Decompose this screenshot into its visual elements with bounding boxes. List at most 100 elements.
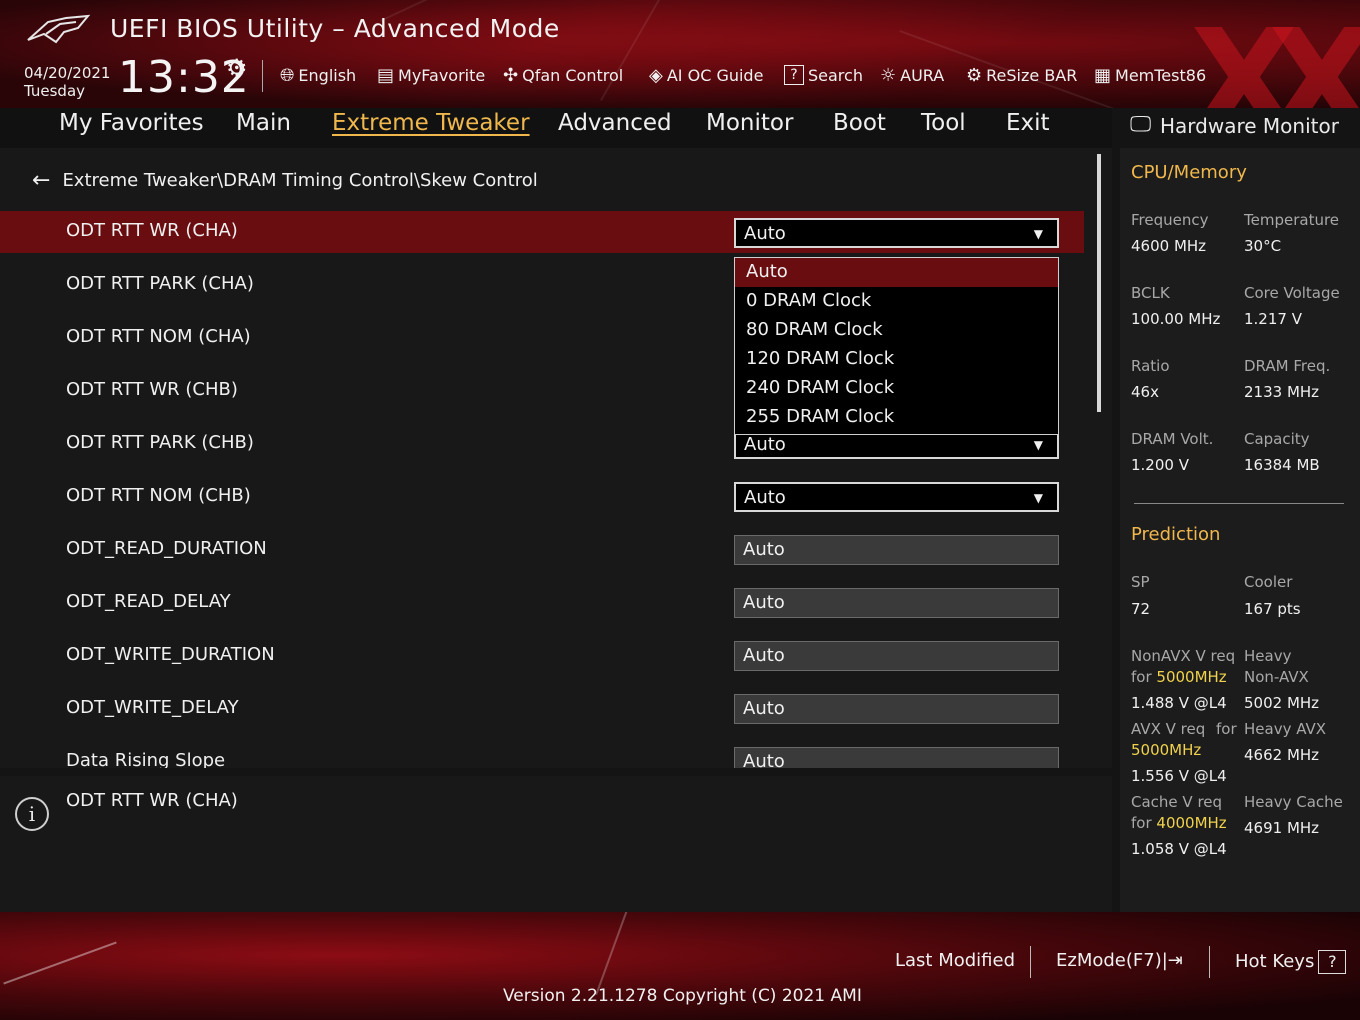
chevron-down-icon: ▼ <box>1033 227 1043 241</box>
cache-freq: 4000MHz <box>1156 814 1227 832</box>
tab-advanced[interactable]: Advanced <box>558 110 672 136</box>
frequency-value: 4600 MHz <box>1131 237 1207 255</box>
toolbar-resize-bar[interactable]: ⚙ ReSize BAR <box>966 62 1077 88</box>
bclk-value: 100.00 MHz <box>1131 310 1221 328</box>
app-title: UEFI BIOS Utility – Advanced Mode <box>110 14 560 43</box>
setting-row[interactable]: Data Rising Slope Auto <box>0 741 1084 768</box>
toolbar-english[interactable]: 🌐︎ English <box>280 62 356 88</box>
tab-exit[interactable]: Exit <box>1006 110 1050 136</box>
setting-row[interactable]: ODT_WRITE_DURATION Auto <box>0 635 1084 677</box>
tab-boot[interactable]: Boot <box>833 110 886 136</box>
core-voltage-value: 1.217 V <box>1244 310 1302 328</box>
search-icon: ? <box>784 65 804 85</box>
setting-row[interactable]: ODT RTT NOM (CHB) Auto ▼ <box>0 476 1084 518</box>
nonavx-for: for <box>1131 668 1157 686</box>
temperature-value: 30°C <box>1244 237 1282 255</box>
monitor-icon: 🖵︎ <box>1130 112 1152 137</box>
heavy-cache-label: Heavy Cache <box>1244 793 1343 811</box>
memtest-icon: ▦ <box>1094 64 1112 86</box>
sp-value: 72 <box>1131 600 1151 618</box>
dram-volt-value: 1.200 V <box>1131 456 1189 474</box>
gear-icon[interactable]: ⚙ <box>226 54 248 82</box>
footer-divider <box>1209 946 1210 978</box>
help-text: ODT RTT WR (CHA) <box>66 790 238 811</box>
ratio-label: Ratio <box>1131 357 1170 375</box>
setting-select[interactable]: Auto ▼ <box>734 218 1059 248</box>
watermark-logo: XX <box>1190 0 1360 109</box>
header-bar: UEFI BIOS Utility – Advanced Mode 04/20/… <box>0 0 1360 108</box>
dropdown-option[interactable]: 120 DRAM Clock <box>735 345 1058 374</box>
tab-monitor[interactable]: Monitor <box>706 110 793 136</box>
nonavx-value: 1.488 V @L4 <box>1131 694 1227 712</box>
cooler-label: Cooler <box>1244 573 1293 591</box>
setting-select[interactable]: Auto ▼ <box>734 482 1059 512</box>
main-nav: My Favorites Main Extreme Tweaker Advanc… <box>0 108 1112 148</box>
cache-value: 1.058 V @L4 <box>1131 840 1227 858</box>
last-modified-button[interactable]: Last Modified <box>895 950 1015 971</box>
dropdown-option[interactable]: 80 DRAM Clock <box>735 316 1058 345</box>
toolbar-search[interactable]: ? Search <box>784 62 863 88</box>
scrollbar[interactable] <box>1097 154 1101 412</box>
setting-row[interactable]: ODT_WRITE_DELAY Auto <box>0 688 1084 730</box>
setting-label: ODT RTT PARK (CHB) <box>66 432 254 453</box>
setting-value: Auto <box>744 223 786 244</box>
footer-bar: Last Modified EzMode(F7)|⇥ Hot Keys? Ver… <box>0 912 1360 1020</box>
toolbar-ai-oc-guide-label: AI OC Guide <box>666 65 764 85</box>
setting-label: ODT RTT PARK (CHA) <box>66 273 254 294</box>
dropdown-option[interactable]: 240 DRAM Clock <box>735 374 1058 403</box>
heavy-avx-label: Heavy AVX <box>1244 720 1327 738</box>
hot-keys-button[interactable]: Hot Keys? <box>1235 950 1347 974</box>
dropdown-option[interactable]: 0 DRAM Clock <box>735 287 1058 316</box>
globe-icon: 🌐︎ <box>280 64 295 86</box>
cooler-value: 167 pts <box>1244 600 1301 618</box>
toolbar-qfan-label: Qfan Control <box>522 65 624 85</box>
setting-row[interactable]: ODT RTT WR (CHA) Auto ▼ <box>0 211 1084 253</box>
avx-for-label: for <box>1216 720 1237 738</box>
cache-for-label: for 4000MHz <box>1131 814 1227 832</box>
cache-for: for <box>1131 814 1157 832</box>
toolbar-myfavorite[interactable]: ▤ MyFavorite <box>377 62 485 88</box>
back-arrow-icon[interactable]: ← <box>32 168 50 193</box>
help-panel: i ODT RTT WR (CHA) <box>0 776 1112 912</box>
core-voltage-label: Core Voltage <box>1244 284 1340 302</box>
toolbar-qfan[interactable]: ✣ Qfan Control <box>503 62 623 88</box>
hardware-monitor-title: Hardware Monitor <box>1160 114 1339 138</box>
setting-label: ODT_READ_DURATION <box>66 538 267 559</box>
tab-my-favorites[interactable]: My Favorites <box>59 110 204 136</box>
setting-value-box: Auto <box>734 535 1059 565</box>
section-divider <box>1134 503 1344 504</box>
sp-label: SP <box>1131 573 1150 591</box>
tab-main[interactable]: Main <box>236 110 291 136</box>
ezmode-button[interactable]: EzMode(F7)|⇥ <box>1056 950 1183 971</box>
info-icon: i <box>15 797 49 831</box>
toolbar-aura[interactable]: ☼ AURA <box>880 62 944 88</box>
setting-row[interactable]: ODT_READ_DELAY Auto <box>0 582 1084 624</box>
cpu-memory-heading: CPU/Memory <box>1131 162 1247 183</box>
setting-value-box: Auto <box>734 641 1059 671</box>
setting-label: ODT_READ_DELAY <box>66 591 231 612</box>
bclk-label: BCLK <box>1131 284 1170 302</box>
favorite-icon: ▤ <box>377 64 395 86</box>
setting-row[interactable]: ODT_READ_DURATION Auto <box>0 529 1084 571</box>
breadcrumb: ← Extreme Tweaker\DRAM Timing Control\Sk… <box>32 168 538 193</box>
resize-bar-icon: ⚙ <box>966 64 983 86</box>
ezmode-label: EzMode(F7)| <box>1056 950 1168 971</box>
dropdown-option[interactable]: 255 DRAM Clock <box>735 403 1058 432</box>
settings-panel: ← Extreme Tweaker\DRAM Timing Control\Sk… <box>0 148 1112 768</box>
tab-tool[interactable]: Tool <box>921 110 966 136</box>
nonavx-label: NonAVX V req <box>1131 647 1236 665</box>
hardware-monitor-header: 🖵︎ Hardware Monitor <box>1120 108 1360 148</box>
dropdown-menu: Auto 0 DRAM Clock 80 DRAM Clock 120 DRAM… <box>734 257 1059 435</box>
breadcrumb-path: Extreme Tweaker\DRAM Timing Control\Skew… <box>62 170 538 191</box>
heavy-avx-value: 4662 MHz <box>1244 746 1320 764</box>
setting-label: ODT RTT NOM (CHA) <box>66 326 251 347</box>
capacity-value: 16384 MB <box>1244 456 1320 474</box>
tab-extreme-tweaker[interactable]: Extreme Tweaker <box>332 110 530 136</box>
dropdown-option[interactable]: Auto <box>735 258 1058 287</box>
rog-logo-icon <box>27 14 91 44</box>
setting-value: Auto <box>744 487 786 508</box>
hot-keys-label: Hot Keys <box>1235 951 1315 972</box>
toolbar-ai-oc-guide[interactable]: ◈ AI OC Guide <box>649 62 763 88</box>
chevron-down-icon: ▼ <box>1033 491 1043 505</box>
ratio-value: 46x <box>1131 383 1159 401</box>
